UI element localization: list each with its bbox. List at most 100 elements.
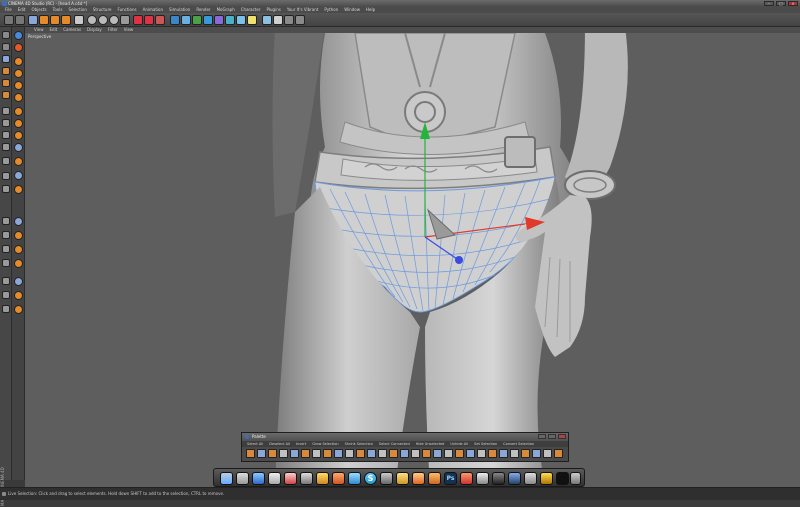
live-selection-icon[interactable] (28, 15, 38, 25)
photoshop-icon[interactable]: Ps (444, 472, 457, 485)
select-tool-icon[interactable] (14, 31, 23, 40)
palette-tool-28-icon[interactable] (543, 449, 552, 458)
trash-icon[interactable] (570, 472, 581, 485)
palette-tool-7-icon[interactable] (312, 449, 321, 458)
palette-tool-10-icon[interactable] (345, 449, 354, 458)
x-axis-icon[interactable] (87, 15, 97, 25)
perspective-viewport[interactable]: View Edit Cameras Display Filter View Pe… (25, 27, 800, 487)
palette-tool-25-icon[interactable] (510, 449, 519, 458)
warning-icon[interactable] (540, 472, 553, 485)
sculpt-icon[interactable] (262, 15, 272, 25)
magnet-icon[interactable] (2, 277, 10, 285)
points-mode-icon[interactable] (2, 67, 10, 75)
itunes-icon[interactable] (284, 472, 297, 485)
scale-icon[interactable] (50, 15, 60, 25)
palette-tool-29-icon[interactable] (554, 449, 563, 458)
palette-tool-17-icon[interactable] (422, 449, 431, 458)
viewport-menu-panel[interactable]: View (121, 27, 137, 33)
utility-icon[interactable] (300, 472, 313, 485)
smooth-icon[interactable] (2, 305, 10, 313)
palette-close-button[interactable] (558, 434, 566, 439)
knife-icon[interactable] (2, 217, 10, 225)
palette-tool-1-icon[interactable] (246, 449, 255, 458)
palette-tool-5-icon[interactable] (290, 449, 299, 458)
camera-icon[interactable] (236, 15, 246, 25)
address-book-icon[interactable] (268, 472, 281, 485)
viewport-menu-filter[interactable]: Filter (105, 27, 121, 33)
z-axis-icon[interactable] (109, 15, 119, 25)
palette-tool-11-icon[interactable] (356, 449, 365, 458)
rotate-icon[interactable] (61, 15, 71, 25)
render-settings-icon[interactable] (155, 15, 165, 25)
zbrush-icon[interactable] (476, 472, 489, 485)
deformer-icon[interactable] (214, 15, 224, 25)
solo-icon[interactable] (2, 172, 10, 180)
palette-tool-15-icon[interactable] (400, 449, 409, 458)
polygon-pen-icon[interactable] (14, 157, 23, 166)
spline-icon[interactable] (14, 171, 23, 180)
viewport-menu-display[interactable]: Display (84, 27, 105, 33)
close-button[interactable]: × (788, 1, 798, 6)
palette-tool-18-icon[interactable] (433, 449, 442, 458)
nurbs-icon[interactable] (14, 185, 23, 194)
array-icon[interactable] (203, 15, 213, 25)
preview-icon[interactable] (412, 472, 425, 485)
palette-tool-27-icon[interactable] (532, 449, 541, 458)
blender-icon[interactable] (524, 472, 537, 485)
workplane-icon[interactable] (2, 55, 10, 63)
model-mode-icon[interactable] (2, 31, 10, 39)
torus-icon[interactable] (14, 107, 23, 116)
terminal-icon[interactable] (556, 472, 569, 485)
viewport-settings-icon[interactable] (2, 185, 10, 193)
maximize-button[interactable]: □ (776, 1, 786, 6)
cube-icon[interactable] (170, 15, 180, 25)
world-coordinate-icon[interactable] (120, 15, 130, 25)
finder-icon[interactable] (220, 472, 233, 485)
palette-tool-23-icon[interactable] (488, 449, 497, 458)
sculpt-inflate-icon[interactable] (14, 305, 23, 314)
render-icon[interactable] (144, 15, 154, 25)
palette-tool-12-icon[interactable] (367, 449, 376, 458)
lock-icon[interactable] (2, 143, 10, 151)
flash-icon[interactable] (460, 472, 473, 485)
polygons-mode-icon[interactable] (2, 91, 10, 99)
3d-model-render[interactable] (25, 27, 800, 487)
light-icon[interactable] (247, 15, 257, 25)
plane-icon[interactable] (14, 143, 23, 152)
undo-icon[interactable] (4, 15, 14, 25)
safari-icon[interactable] (252, 472, 265, 485)
scene-icon[interactable] (225, 15, 235, 25)
palette-tool-3-icon[interactable] (268, 449, 277, 458)
pen-icon[interactable] (181, 15, 191, 25)
cone-icon[interactable] (14, 131, 23, 140)
palette-title-bar[interactable]: Palette (242, 433, 568, 441)
calculator-icon[interactable] (380, 472, 393, 485)
y-axis-icon[interactable] (98, 15, 108, 25)
palette-tool-19-icon[interactable] (444, 449, 453, 458)
redo-icon[interactable] (15, 15, 25, 25)
stocks-icon[interactable] (396, 472, 409, 485)
palette-tool-20-icon[interactable] (455, 449, 464, 458)
grid-toggle-icon[interactable] (2, 157, 10, 165)
sculpt-pull-icon[interactable] (14, 277, 23, 286)
viewport-menu-cameras[interactable]: Cameras (60, 27, 84, 33)
bridge-icon[interactable] (2, 231, 10, 239)
edges-mode-icon[interactable] (2, 79, 10, 87)
palette-tool-13-icon[interactable] (378, 449, 387, 458)
layout-icon[interactable] (273, 15, 283, 25)
paint-icon[interactable] (14, 231, 23, 240)
snap-icon[interactable] (2, 119, 10, 127)
palette-tool-16-icon[interactable] (411, 449, 420, 458)
palette-tool-4-icon[interactable] (279, 449, 288, 458)
palette-tool-26-icon[interactable] (521, 449, 530, 458)
palette-maximize-button[interactable] (548, 434, 556, 439)
axis-mode-icon[interactable] (2, 107, 10, 115)
extrude-icon[interactable] (2, 245, 10, 253)
video-icon[interactable] (428, 472, 441, 485)
palette-tool-14-icon[interactable] (389, 449, 398, 458)
sculpt-smooth-icon[interactable] (14, 291, 23, 300)
viewport-menu-view[interactable]: View (31, 27, 47, 33)
palette-tool-21-icon[interactable] (466, 449, 475, 458)
sphere-3-icon[interactable] (14, 81, 23, 90)
palette-tool-2-icon[interactable] (257, 449, 266, 458)
